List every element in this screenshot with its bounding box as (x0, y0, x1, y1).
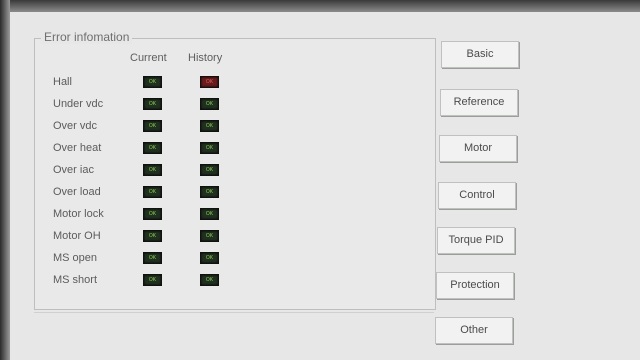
error-label: Motor lock (53, 208, 104, 220)
error-row-over-heat: Over heat OK OK (35, 140, 295, 158)
basic-button[interactable]: Basic (441, 41, 519, 68)
history-status-indicator: OK (200, 120, 219, 132)
monitor-top-bezel (0, 0, 640, 12)
error-label: Over vdc (53, 120, 98, 132)
motor-button[interactable]: Motor (439, 135, 517, 162)
history-status-indicator: OK (200, 164, 219, 176)
current-status-indicator: OK (143, 274, 162, 286)
reference-button[interactable]: Reference (440, 89, 518, 116)
history-status-indicator: OK (200, 230, 219, 242)
error-row-under-vdc: Under vdc OK OK (35, 96, 295, 114)
current-status-indicator: OK (143, 230, 162, 242)
error-label: Under vdc (53, 98, 104, 110)
history-status-indicator: OK (200, 142, 219, 154)
column-header-current: Current (130, 52, 167, 64)
error-row-motor-lock: Motor lock OK OK (35, 206, 295, 224)
current-status-indicator: OK (143, 76, 162, 88)
history-status-indicator: OK (200, 186, 219, 198)
other-button[interactable]: Other (435, 317, 513, 344)
current-status-indicator: OK (143, 98, 162, 110)
history-status-indicator: OK (200, 208, 219, 220)
error-row-ms-open: MS open OK OK (35, 250, 295, 268)
error-row-over-vdc: Over vdc OK OK (35, 118, 295, 136)
current-status-indicator: OK (143, 186, 162, 198)
error-row-over-iac: Over iac OK OK (35, 162, 295, 180)
column-header-history: History (188, 52, 223, 64)
app-window: Error infomation Current History Hall OK… (10, 12, 640, 360)
torque-pid-button[interactable]: Torque PID (437, 227, 515, 254)
monitor-left-bezel (0, 0, 10, 360)
error-label: Over heat (53, 142, 102, 154)
current-status-indicator: OK (143, 142, 162, 154)
control-button[interactable]: Control (438, 182, 516, 209)
error-label: Motor OH (53, 230, 101, 242)
history-status-indicator: OK (200, 98, 219, 110)
error-label: Over load (53, 186, 101, 198)
error-label: Hall (53, 76, 72, 88)
current-status-indicator: OK (143, 120, 162, 132)
error-label: MS short (53, 274, 98, 286)
panel-divider (34, 312, 434, 313)
current-status-indicator: OK (143, 252, 162, 264)
history-status-indicator: OK (200, 252, 219, 264)
current-status-indicator: OK (143, 164, 162, 176)
history-status-indicator: OK (200, 274, 219, 286)
protection-button[interactable]: Protection (436, 272, 514, 299)
panel-title: Error infomation (41, 30, 133, 44)
error-row-over-load: Over load OK OK (35, 184, 295, 202)
error-label: Over iac (53, 164, 94, 176)
error-row-hall: Hall OK OK (35, 74, 295, 92)
history-status-indicator: OK (200, 76, 219, 88)
error-label: MS open (53, 252, 98, 264)
error-row-motor-oh: Motor OH OK OK (35, 228, 295, 246)
error-row-ms-short: MS short OK OK (35, 272, 295, 290)
current-status-indicator: OK (143, 208, 162, 220)
error-information-panel: Error infomation Current History Hall OK… (34, 30, 436, 310)
